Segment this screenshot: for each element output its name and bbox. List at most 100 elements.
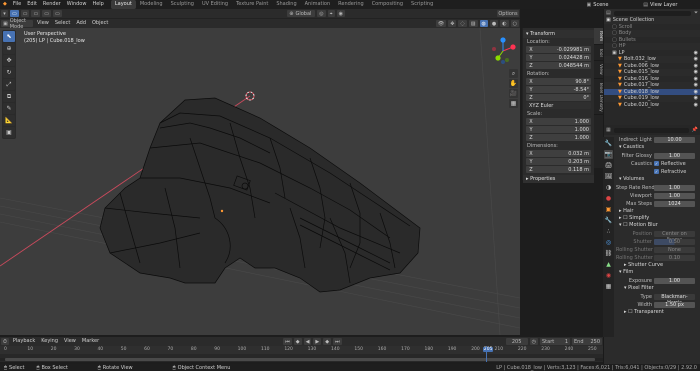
scene-selector[interactable]: Scene <box>593 2 643 8</box>
caustics-header[interactable]: ▾ Caustics <box>616 144 700 151</box>
film-header[interactable]: ▾ Film <box>616 269 700 276</box>
navigation-gizmo[interactable] <box>488 36 518 66</box>
next-keyframe-icon[interactable]: ◆ <box>323 338 332 345</box>
tab-texture-paint[interactable]: Texture Paint <box>232 0 272 9</box>
eye-icon[interactable]: ◉ <box>694 102 700 109</box>
timeline-scrollbar-thumb[interactable] <box>5 358 595 361</box>
tab-uv-editing[interactable]: UV Editing <box>198 0 232 9</box>
pin-icon[interactable]: 📌 <box>692 127 698 133</box>
shutter-field[interactable]: 0.50 <box>654 238 695 245</box>
ortho-grid-icon[interactable]: ▦ <box>509 99 518 108</box>
menu-select[interactable]: Select <box>52 19 73 28</box>
location-x-field[interactable]: X -0.029981 m <box>526 46 591 53</box>
filter-type-dropdown[interactable]: Blackman-Harris <box>654 293 695 306</box>
dimensions-y-field[interactable]: Y 0.203 m <box>526 158 591 165</box>
object-properties-icon[interactable]: ▣ <box>604 205 613 214</box>
rotation-z-field[interactable]: Z 0° <box>526 94 591 101</box>
3d-viewport[interactable]: User Perspective (205) LP | Cube.018_low <box>0 28 520 335</box>
world-properties-icon[interactable]: ● <box>604 194 613 203</box>
simplify-header[interactable]: ▸ ☐ Simplify <box>616 215 700 222</box>
tab-modeling[interactable]: Modeling <box>136 0 167 9</box>
end-frame-field[interactable]: End 250 <box>572 338 602 345</box>
cursor-tool-icon[interactable]: ⊕ <box>3 43 15 54</box>
menu-file[interactable]: File <box>10 0 24 9</box>
dimensions-x-field[interactable]: X 0.032 m <box>526 150 591 157</box>
tab-tool[interactable]: Tool <box>594 45 603 61</box>
indirect-light-field[interactable]: 10.00 <box>654 136 695 143</box>
material-properties-icon[interactable]: ◉ <box>604 271 613 280</box>
scale-y-field[interactable]: Y 1.000 <box>526 126 591 133</box>
select-mode-intersect-button[interactable]: ▭ <box>52 10 62 17</box>
jump-start-icon[interactable]: ⏮ <box>283 338 292 345</box>
tab-layout[interactable]: Layout <box>110 0 136 9</box>
select-mode-box-button[interactable]: ▭ <box>10 10 19 17</box>
outliner-item[interactable]: ▼ Cube.020_low ◉ <box>604 102 700 109</box>
menu-edit[interactable]: Edit <box>24 0 40 9</box>
menu-help[interactable]: Help <box>89 0 106 9</box>
gizmo-z-icon[interactable] <box>500 37 506 43</box>
timeline-scrollbar[interactable] <box>0 358 603 361</box>
constraints-properties-icon[interactable]: ⛓ <box>604 249 613 258</box>
properties-editor-icon[interactable]: ▦ <box>606 127 611 133</box>
volumes-header[interactable]: ▾ Volumes <box>616 176 700 183</box>
rotation-mode-dropdown[interactable]: XYZ Euler <box>526 102 591 109</box>
tab-shading[interactable]: Shading <box>272 0 300 9</box>
menu-add[interactable]: Add <box>73 19 89 28</box>
mode-dropdown[interactable]: ▣ Object Mode <box>1 18 33 30</box>
reflective-checkbox[interactable]: ✓ <box>654 161 659 166</box>
data-properties-icon[interactable]: ▲ <box>604 260 613 269</box>
transform-tool-icon[interactable]: ⧉ <box>3 91 15 102</box>
clock-icon[interactable]: ◷ <box>529 338 538 345</box>
view-layer-properties-icon[interactable]: 🖼 <box>604 172 613 181</box>
output-properties-icon[interactable]: 🖨 <box>604 161 613 170</box>
pixel-filter-header[interactable]: ▾ Pixel Filter <box>616 285 700 292</box>
move-tool-icon[interactable]: ✥ <box>3 55 15 66</box>
xray-icon[interactable]: ▨ <box>468 20 478 27</box>
menu-render[interactable]: Render <box>40 0 64 9</box>
menu-keying[interactable]: Keying <box>38 337 61 346</box>
transparent-header[interactable]: ▸ ☐ Transparent <box>616 309 700 316</box>
menu-view[interactable]: View <box>34 19 52 28</box>
rotation-y-field[interactable]: Y -8.54° <box>526 86 591 93</box>
select-tool-icon[interactable]: ⬉ <box>3 31 15 42</box>
overlay-icon[interactable]: ◌ <box>458 20 467 27</box>
location-z-field[interactable]: Z 0.048544 m <box>526 62 591 69</box>
scale-tool-icon[interactable]: ⤢ <box>3 79 15 90</box>
measure-tool-icon[interactable]: 📐 <box>3 115 15 126</box>
gizmo-y-icon[interactable] <box>495 55 501 61</box>
zoom-icon[interactable]: ⌕ <box>509 69 518 78</box>
tab-scripting[interactable]: Scripting <box>407 0 437 9</box>
playhead-line[interactable] <box>486 346 487 362</box>
menu-marker[interactable]: Marker <box>79 337 102 346</box>
shading-rendered-icon[interactable]: ○ <box>510 20 519 27</box>
position-dropdown[interactable]: Center on Frame <box>654 230 695 243</box>
location-y-field[interactable]: Y 0.024428 m <box>526 54 591 61</box>
start-frame-field[interactable]: Start 1 <box>540 338 570 345</box>
step-rate-viewport-field[interactable]: 1.00 <box>654 192 695 199</box>
view-layer-selector[interactable]: View Layer <box>650 2 700 8</box>
jump-end-icon[interactable]: ⏭ <box>333 338 342 345</box>
tab-texel-density[interactable]: Texel Density <box>594 79 603 116</box>
play-reverse-icon[interactable]: ◀ <box>303 338 312 345</box>
exposure-field[interactable]: 1.00 <box>654 277 695 284</box>
gizmo-x-icon[interactable] <box>510 44 516 50</box>
timeline-editor-type-icon[interactable]: ⏱ <box>1 338 9 345</box>
current-frame-field[interactable]: 205 <box>505 338 528 345</box>
camera-view-icon[interactable]: 🎥 <box>509 89 518 98</box>
outliner-filter-icon[interactable]: ▤ <box>606 10 611 16</box>
timeline-ruler[interactable]: 0 10 20 30 40 50 60 70 80 90 100 110 120 130 140 150 160… <box>0 346 603 362</box>
scale-z-field[interactable]: Z 1.000 <box>526 134 591 141</box>
refractive-checkbox[interactable]: ✓ <box>654 169 659 174</box>
shading-wireframe-icon[interactable]: ◍ <box>479 20 488 27</box>
transform-panel-header[interactable]: ▾ Transform <box>523 30 594 38</box>
outliner-search-input[interactable] <box>613 10 691 16</box>
tab-compositing[interactable]: Compositing <box>368 0 407 9</box>
tab-rendering[interactable]: Rendering <box>334 0 368 9</box>
menu-window[interactable]: Window <box>64 0 90 9</box>
editor-type-button[interactable]: ▾ <box>1 10 8 17</box>
proportional-edit-icon[interactable]: ◉ <box>336 10 345 17</box>
visibility-icon[interactable]: 👁 <box>435 20 447 27</box>
options-dropdown[interactable]: Options <box>497 10 519 17</box>
menu-object[interactable]: Object <box>89 19 111 28</box>
max-steps-field[interactable]: 1024 <box>654 200 695 207</box>
